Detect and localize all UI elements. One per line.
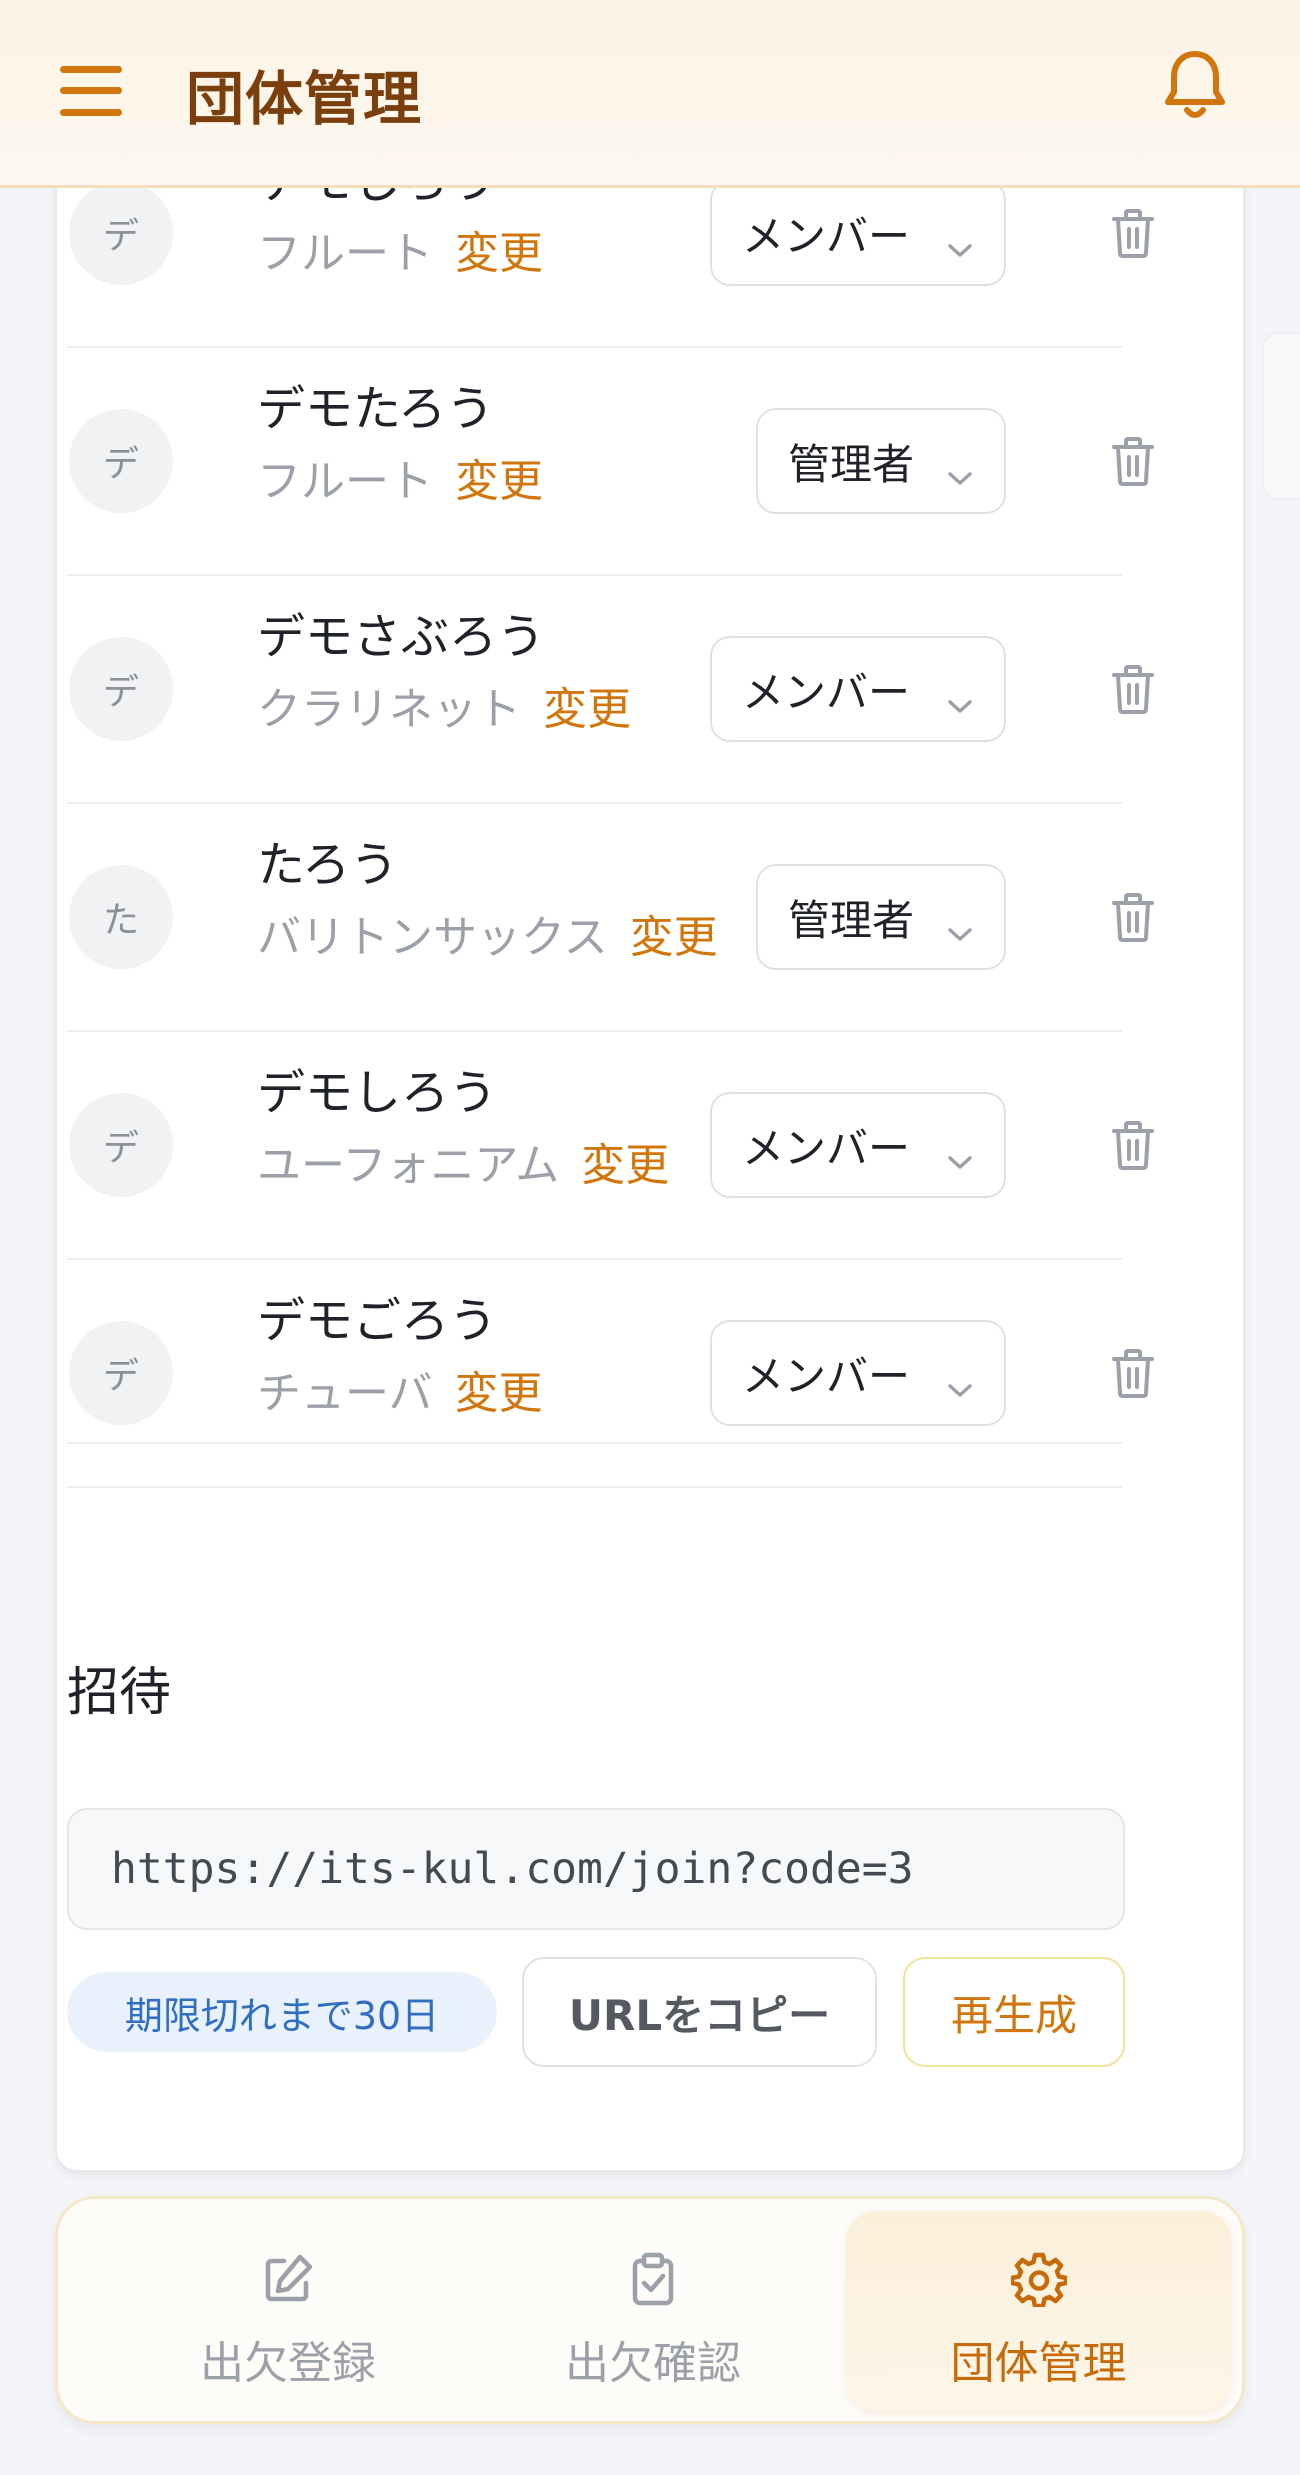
chevron-down-icon xyxy=(946,1362,974,1397)
member-name: デモしろう xyxy=(257,1065,498,1121)
chevron-down-icon xyxy=(946,222,974,257)
member-row: デ デモさぶろうクラリネット 変更 メンバー xyxy=(67,576,1154,804)
role-value: 管理者 xyxy=(788,439,915,489)
change-part-link[interactable]: 変更 xyxy=(630,912,718,963)
member-part: ユーフォニアム xyxy=(257,1140,560,1191)
member-part-line: ユーフォニアム 変更 xyxy=(257,1129,669,1193)
avatar: デ xyxy=(69,1093,173,1197)
role-select[interactable]: 管理者 xyxy=(756,408,1006,514)
nav-label: 出欠確認 xyxy=(565,2338,741,2389)
trash-icon[interactable] xyxy=(1110,207,1156,259)
role-value: 管理者 xyxy=(788,895,915,945)
member-part: バリトンサックス xyxy=(257,912,608,963)
regenerate-button[interactable]: 再生成 xyxy=(903,1957,1125,2067)
trash-icon[interactable] xyxy=(1110,891,1156,943)
clipboard-check-icon xyxy=(625,2251,681,2307)
edit-icon xyxy=(260,2251,316,2307)
member-row: た たろうバリトンサックス 変更 管理者 xyxy=(67,804,1154,1032)
trash-icon[interactable] xyxy=(1110,1347,1156,1399)
trash-icon[interactable] xyxy=(1110,435,1156,487)
role-select[interactable]: メンバー xyxy=(710,1092,1006,1198)
member-name: デモごろう xyxy=(257,1293,498,1349)
side-panel-edge xyxy=(1262,332,1300,500)
change-part-link[interactable]: 変更 xyxy=(455,456,543,507)
member-part-line: クラリネット 変更 xyxy=(257,673,631,737)
page-title: 団体管理 xyxy=(186,65,423,133)
role-select[interactable]: メンバー xyxy=(710,180,1006,286)
member-row: デ デモしろうユーフォニアム 変更 メンバー xyxy=(67,1032,1154,1260)
role-value: メンバー xyxy=(742,667,911,717)
role-value: メンバー xyxy=(742,211,911,261)
nav-attendance-register[interactable]: 出欠登録 xyxy=(138,2211,438,2411)
trash-icon[interactable] xyxy=(1110,663,1156,715)
role-value: メンバー xyxy=(742,1123,911,1173)
nav-attendance-check[interactable]: 出欠確認 xyxy=(503,2211,803,2411)
change-part-link[interactable]: 変更 xyxy=(543,684,631,735)
copy-url-button[interactable]: URLをコピー xyxy=(522,1957,877,2067)
member-part-line: フルート 変更 xyxy=(257,217,543,281)
nav-group-management[interactable]: 団体管理 xyxy=(846,2211,1231,2411)
chevron-down-icon xyxy=(946,1134,974,1169)
role-select[interactable]: メンバー xyxy=(710,636,1006,742)
member-part-line: チューバ 変更 xyxy=(257,1357,543,1421)
chevron-down-icon xyxy=(946,678,974,713)
role-value: メンバー xyxy=(742,1351,911,1401)
change-part-link[interactable]: 変更 xyxy=(455,228,543,279)
member-part: フルート xyxy=(257,228,433,279)
section-divider xyxy=(67,1442,1122,1444)
avatar: デ xyxy=(69,409,173,513)
member-part: チューバ xyxy=(257,1368,433,1419)
member-part: フルート xyxy=(257,456,433,507)
role-select[interactable]: 管理者 xyxy=(756,864,1006,970)
role-select[interactable]: メンバー xyxy=(710,1320,1006,1426)
gear-icon xyxy=(1009,2251,1068,2309)
member-part-line: フルート 変更 xyxy=(257,445,543,509)
member-name: デモたろう xyxy=(257,381,495,437)
nav-label: 団体管理 xyxy=(950,2338,1127,2389)
invite-url-field[interactable]: https://its-kul.com/join?code=3 xyxy=(67,1808,1125,1930)
expiry-badge: 期限切れまで30日 xyxy=(67,1972,497,2052)
bottom-navigation: 出欠登録 出欠確認 団体管理 xyxy=(55,2196,1245,2424)
chevron-down-icon xyxy=(946,450,974,485)
avatar: デ xyxy=(69,1321,173,1425)
chevron-down-icon xyxy=(946,906,974,941)
member-name: たろう xyxy=(257,837,399,893)
change-part-link[interactable]: 変更 xyxy=(455,1368,543,1419)
change-part-link[interactable]: 変更 xyxy=(581,1140,669,1191)
avatar: デ xyxy=(69,637,173,741)
avatar: た xyxy=(69,865,173,969)
trash-icon[interactable] xyxy=(1110,1119,1156,1171)
member-part: クラリネット xyxy=(257,684,521,735)
invite-section-title: 招待 xyxy=(67,1663,172,1723)
nav-label: 出欠登録 xyxy=(200,2338,376,2389)
member-name: デモさぶろう xyxy=(257,609,546,665)
member-part-line: バリトンサックス 変更 xyxy=(257,901,718,965)
avatar: デ xyxy=(69,181,173,285)
member-row: デ デモごろうチューバ 変更 メンバー xyxy=(67,1260,1154,1488)
member-row: デ デモたろうフルート 変更 管理者 xyxy=(67,348,1154,576)
app-header: 団体管理 xyxy=(0,0,1300,188)
hamburger-menu-icon[interactable] xyxy=(60,66,122,116)
notification-bell-icon[interactable] xyxy=(1160,48,1230,124)
